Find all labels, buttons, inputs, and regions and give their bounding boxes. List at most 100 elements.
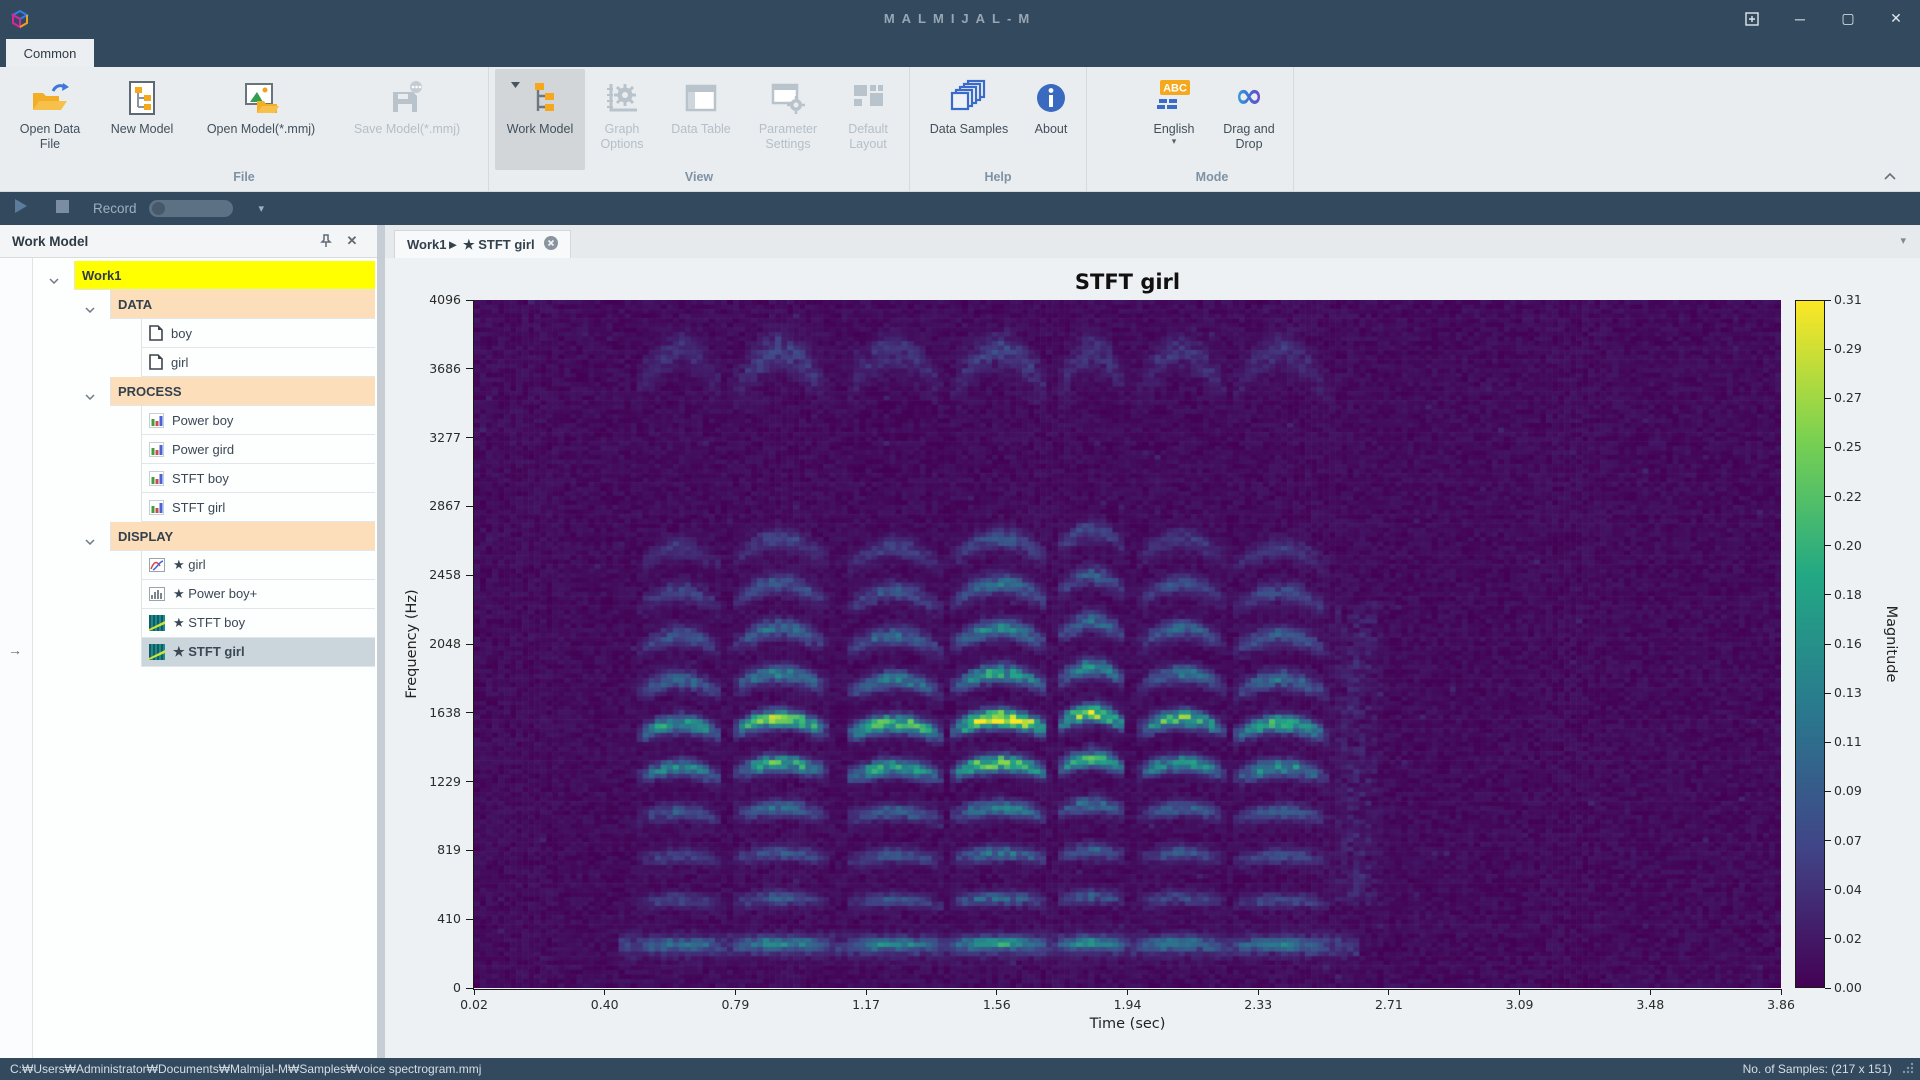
x-tick-label: 2.71 — [1359, 997, 1419, 1012]
tree-item-girl[interactable]: girl — [141, 348, 375, 377]
save-model-button[interactable]: Save Model(*.mmj) — [332, 69, 482, 170]
collapse-ribbon-icon[interactable] — [1884, 167, 1896, 185]
colorbar — [1795, 300, 1825, 988]
colorbar-tick-label: 0.20 — [1834, 538, 1862, 553]
colorbar-tick-mark — [1825, 545, 1831, 546]
pin-icon[interactable] — [313, 234, 339, 248]
tree-item-boy[interactable]: boy — [141, 319, 375, 348]
y-tick-mark — [466, 437, 474, 438]
tree-item-label: STFT girl — [164, 500, 225, 515]
chevron-down-icon[interactable] — [85, 388, 95, 403]
y-tick-label: 0 — [385, 980, 461, 995]
colorbar-tick-mark — [1825, 988, 1831, 989]
new-model-button[interactable]: New Model — [94, 69, 190, 170]
y-tick-mark — [466, 575, 474, 576]
drag-and-drop-button[interactable]: ∞ Drag and Drop — [1211, 69, 1287, 170]
panel-close-icon[interactable]: ✕ — [339, 233, 365, 249]
x-tick-mark — [1258, 989, 1259, 995]
ribbon-group-label: View — [495, 170, 903, 191]
about-button[interactable]: About — [1022, 69, 1080, 170]
tree-gutter: → — [0, 258, 33, 1058]
tree-item-power-gird[interactable]: Power gird — [141, 435, 375, 464]
tree-item-display-girl[interactable]: ★ girl — [141, 551, 375, 580]
tab-label: Work1► ★ STFT girl — [407, 237, 535, 253]
record-label: Record — [93, 201, 137, 216]
tree-item-power-boy[interactable]: Power boy — [141, 406, 375, 435]
chevron-down-icon: ▾ — [1172, 137, 1177, 145]
tree-item-work1[interactable]: Work1 — [74, 261, 375, 290]
resize-grip[interactable] — [1902, 1062, 1914, 1077]
title-bar: MALMIJAL-M ─ ▢ ✕ — [0, 0, 1920, 37]
language-button[interactable]: ABC English ▾ — [1137, 69, 1211, 170]
record-toolbar: Record ▾ — [0, 192, 1920, 225]
ribbon-group-mode: ABC English ▾ — [1087, 67, 1294, 191]
parameter-settings-button[interactable]: Parameter Settings — [743, 69, 833, 170]
x-tick-mark — [996, 989, 997, 995]
x-tick-label: 3.09 — [1490, 997, 1550, 1012]
tree-item-label: ★ Power boy+ — [165, 586, 257, 602]
window-title: MALMIJAL-M — [0, 11, 1920, 26]
button-label: English — [1154, 122, 1195, 137]
button-label: Open Data File — [11, 122, 89, 152]
tab-list-caret-icon[interactable]: ▾ — [1900, 234, 1906, 247]
tree-item-label: DATA — [111, 297, 152, 312]
colorbar-tick-label: 0.18 — [1834, 587, 1862, 602]
file-path: C:₩Users₩Administrator₩Documents₩Malmija… — [10, 1062, 481, 1076]
settings-window-icon — [770, 77, 806, 119]
spectrogram-icon — [149, 644, 165, 660]
data-samples-button[interactable]: Data Samples — [916, 69, 1022, 170]
histogram-icon — [149, 587, 165, 601]
open-model-button[interactable]: Open Model(*.mmj) — [190, 69, 332, 170]
tree-item-display[interactable]: DISPLAY — [110, 522, 375, 551]
chevron-down-icon[interactable] — [85, 533, 95, 548]
work-model-button[interactable]: Work Model — [495, 69, 585, 170]
chevron-down-icon[interactable] — [49, 272, 59, 287]
chevron-down-icon[interactable] — [85, 301, 95, 316]
y-tick-label: 3277 — [385, 430, 461, 445]
colorbar-tick-label: 0.07 — [1834, 833, 1862, 848]
colorbar-tick-label: 0.22 — [1834, 489, 1862, 504]
x-tick-label: 3.48 — [1620, 997, 1680, 1012]
ribbon-group-view: Work Model Graph Options — [489, 67, 910, 191]
x-tick-mark — [866, 989, 867, 995]
play-button[interactable] — [14, 198, 28, 219]
x-tick-mark — [1388, 989, 1389, 995]
ribbon-group-label: Mode — [1137, 170, 1287, 191]
ribbon-group-label: File — [6, 170, 482, 191]
tree-item-stft-boy-process[interactable]: STFT boy — [141, 464, 375, 493]
tab-common[interactable]: Common — [6, 39, 94, 67]
sample-count: No. of Samples: (217 x 151) — [1743, 1062, 1892, 1076]
record-toggle[interactable] — [149, 200, 233, 217]
graph-gear-icon — [604, 77, 640, 119]
record-dropdown-caret-icon[interactable]: ▾ — [259, 202, 265, 215]
data-table-button[interactable]: Data Table — [659, 69, 743, 170]
document-icon — [149, 325, 163, 341]
button-label: New Model — [111, 122, 174, 137]
colorbar-tick-label: 0.11 — [1834, 734, 1862, 749]
button-label: Drag and Drop — [1216, 122, 1282, 152]
stop-button[interactable] — [56, 200, 69, 218]
open-data-file-button[interactable]: Open Data File — [6, 69, 94, 170]
tree-item-label: girl — [163, 355, 188, 370]
x-tick-label: 1.17 — [836, 997, 896, 1012]
x-tick-mark — [1781, 989, 1782, 995]
tree-item-display-power-boy[interactable]: ★ Power boy+ — [141, 580, 375, 609]
x-tick-label: 3.86 — [1751, 997, 1811, 1012]
tree-item-display-stft-girl[interactable]: ★ STFT girl — [141, 638, 375, 667]
panel-splitter[interactable] — [377, 225, 385, 1058]
default-layout-button[interactable]: Default Layout — [833, 69, 903, 170]
tree-item-data[interactable]: DATA — [110, 290, 375, 319]
tree-item-stft-girl-process[interactable]: STFT girl — [141, 493, 375, 522]
tree-item-process[interactable]: PROCESS — [110, 377, 375, 406]
open-folder-icon — [30, 77, 70, 119]
tree-item-display-stft-boy[interactable]: ★ STFT boy — [141, 609, 375, 638]
graph-options-button[interactable]: Graph Options — [585, 69, 659, 170]
tab-stft-girl[interactable]: Work1► ★ STFT girl — [394, 230, 571, 258]
y-tick-label: 819 — [385, 842, 461, 857]
colorbar-tick-mark — [1825, 889, 1831, 890]
ribbon-group-file: Open Data File New Model — [0, 67, 489, 191]
panel-title: Work Model — [12, 234, 88, 249]
bar-chart-icon — [149, 413, 164, 428]
tab-close-icon[interactable] — [544, 236, 558, 253]
tree-item-label: PROCESS — [111, 384, 182, 399]
